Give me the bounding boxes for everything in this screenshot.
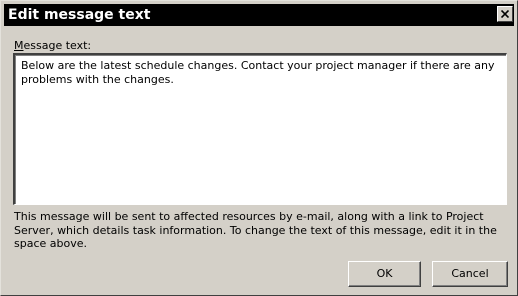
- ok-button[interactable]: OK: [348, 261, 421, 287]
- title-bar[interactable]: Edit message text: [4, 4, 514, 26]
- edit-message-dialog: Edit message text Message text: Below ar…: [0, 0, 518, 296]
- close-icon: [501, 10, 509, 18]
- cancel-button[interactable]: Cancel: [432, 261, 508, 287]
- message-text-label: Message text:: [14, 39, 91, 52]
- message-text-input[interactable]: Below are the latest schedule changes. C…: [13, 53, 507, 205]
- message-label-text: essage text:: [23, 39, 92, 52]
- close-button[interactable]: [497, 6, 513, 22]
- message-label-accelerator: M: [14, 39, 24, 52]
- info-text: This message will be sent to affected re…: [14, 210, 497, 250]
- dialog-title: Edit message text: [8, 7, 151, 23]
